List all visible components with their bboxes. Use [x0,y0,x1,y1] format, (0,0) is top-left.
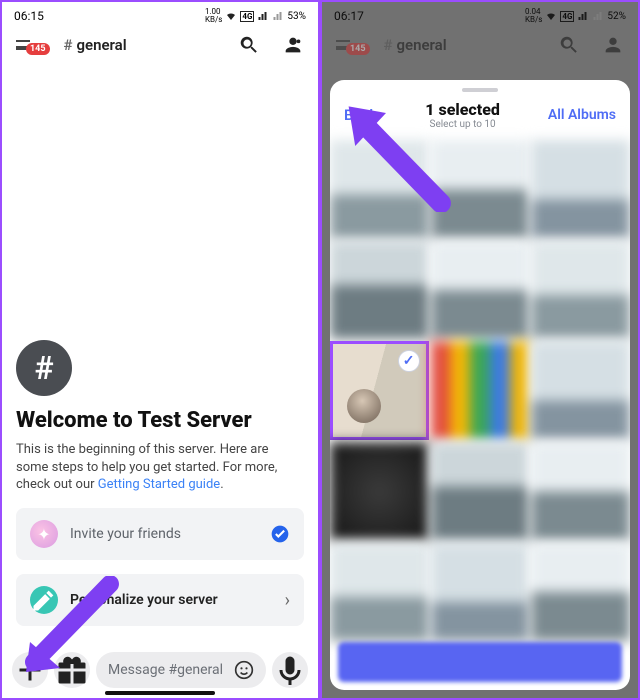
channel-name[interactable]: #general [64,36,127,54]
photo-thumb[interactable] [531,341,630,440]
photo-thumb[interactable] [431,140,530,239]
message-input[interactable]: Message #general [96,652,266,688]
photo-thumb[interactable] [431,442,530,541]
photo-thumb[interactable] [531,140,630,239]
photo-thumb[interactable] [531,442,630,541]
status-bar: 06:15 1.00KB/s 4G 53% [2,2,318,26]
photo-thumb[interactable] [330,442,429,541]
status-icons: 1.00KB/s 4G 53% [205,8,306,24]
sheet-header: Back 1 selected Select up to 10 All Albu… [330,96,630,140]
mentions-badge: 145 [26,43,50,55]
attach-button[interactable] [12,652,48,688]
photo-thumb[interactable] [431,241,530,340]
personalize-server-card[interactable]: Personalize your server › [16,574,304,626]
invite-icon: ✦ [30,520,58,548]
back-button[interactable]: Back [344,106,377,124]
check-icon [270,524,290,544]
personalize-icon [30,586,58,614]
chevron-right-icon: › [285,590,290,611]
personalize-label: Personalize your server [70,592,273,608]
menu-button[interactable]: 145 [16,39,54,51]
signal-icon [257,10,269,22]
photo-thumb[interactable] [431,543,530,642]
sheet-subtitle: Select up to 10 [377,119,548,130]
photo-grid: ✓ [330,140,630,689]
home-indicator [105,691,215,695]
voice-button[interactable] [272,652,308,688]
invite-label: Invite your friends [70,526,258,542]
channel-hash-icon: # [16,340,72,396]
photo-thumb[interactable] [330,543,429,642]
photo-picker-sheet: Back 1 selected Select up to 10 All Albu… [330,80,630,690]
photo-thumb[interactable] [531,241,630,340]
gift-button[interactable] [54,652,90,688]
photo-thumb[interactable] [330,241,429,340]
status-time: 06:15 [14,9,44,23]
network-icon: 4G [240,11,254,22]
emoji-icon[interactable] [234,660,254,680]
sheet-handle[interactable] [462,88,498,92]
screenshot-left: 06:15 1.00KB/s 4G 53% 145 #general [0,0,320,700]
channel-header: 145 #general [2,26,318,64]
welcome-title: Welcome to Test Server [16,408,304,433]
all-albums-button[interactable]: All Albums [548,107,616,123]
photo-thumb[interactable] [431,341,530,440]
welcome-area: # Welcome to Test Server This is the beg… [2,328,318,638]
invite-friends-card[interactable]: ✦ Invite your friends [16,508,304,560]
signal-icon-2 [272,10,284,22]
selected-check-icon: ✓ [398,350,420,372]
photo-thumb[interactable] [531,543,630,642]
getting-started-link[interactable]: Getting Started guide [98,477,220,492]
search-icon[interactable] [238,34,260,56]
photo-thumb-selected[interactable]: ✓ [330,341,429,440]
members-icon[interactable] [282,34,304,56]
hash-icon: # [64,36,73,54]
welcome-text: This is the beginning of this server. He… [16,441,304,494]
sheet-title: 1 selected [377,100,548,119]
battery-text: 53% [287,11,306,22]
photo-thumb[interactable] [330,140,429,239]
screenshot-right: 06:17 0.04KB/s 4G 52% 145 #general Back … [320,0,640,700]
message-composer: Message #general [2,652,318,688]
wifi-icon [225,10,237,22]
send-bar[interactable] [338,642,622,682]
message-placeholder: Message #general [108,662,226,678]
